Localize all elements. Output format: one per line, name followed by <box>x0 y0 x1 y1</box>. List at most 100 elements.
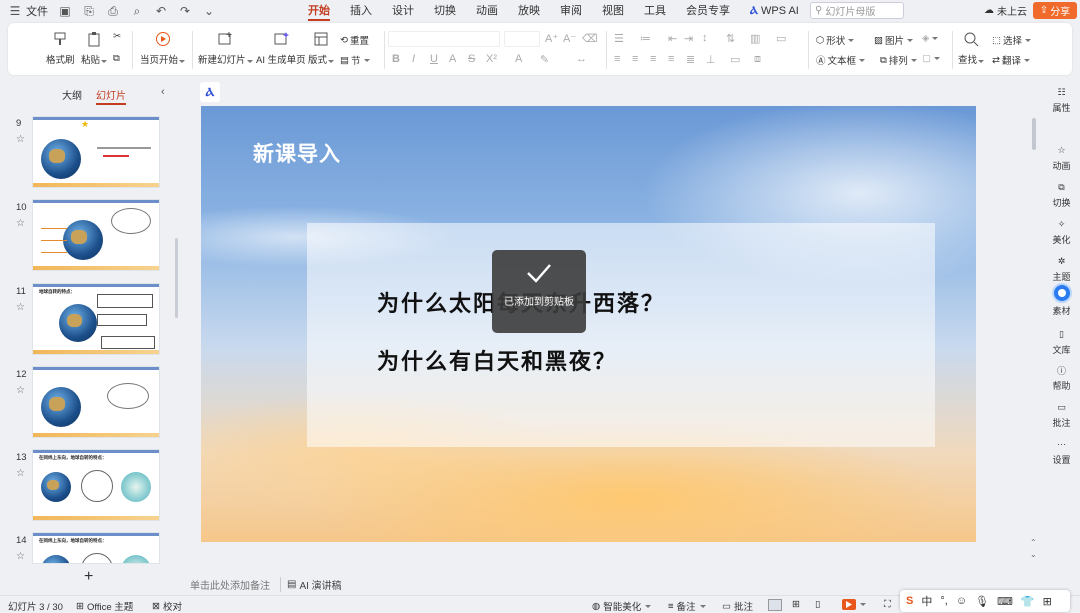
reset-button[interactable]: ⟲ 重置 <box>340 33 369 48</box>
slide-thumbnail-13[interactable]: 在同纬上东向，地球自转的特点： <box>32 449 160 521</box>
collapse-panel-icon[interactable]: ‹ <box>161 86 165 98</box>
font-name-select[interactable] <box>388 31 500 47</box>
clear-format-icon[interactable]: ⌫ <box>582 32 598 45</box>
slide-thumbnail-14[interactable]: 在同纬上东向，地球自转的特点： <box>32 532 160 564</box>
ai-speech-button[interactable]: ▤ AI 演讲稿 <box>280 576 342 592</box>
align-center-icon[interactable]: ≡ <box>632 53 638 65</box>
reading-view-icon[interactable]: ▯ <box>815 599 820 610</box>
tab-insert[interactable]: 插入 <box>340 0 382 22</box>
smartart-icon[interactable]: ⧈ <box>754 53 761 66</box>
star-icon[interactable]: ☆ <box>16 134 25 145</box>
indent-decrease-icon[interactable]: ⇤ <box>668 32 677 45</box>
sidebar-item-settings[interactable]: ··· 设置 <box>1043 436 1080 466</box>
panel-scrollbar[interactable] <box>175 238 178 318</box>
tab-animation[interactable]: 动画 <box>466 0 508 22</box>
font-color-icon[interactable]: A <box>515 53 522 65</box>
text-box-icon[interactable]: ▭ <box>776 32 786 45</box>
slide-title[interactable]: 新课导入 <box>253 138 341 168</box>
menu-icon[interactable]: ☰ <box>8 4 22 18</box>
numbered-list-icon[interactable]: ≔ <box>640 32 651 45</box>
align-left-icon[interactable]: ≡ <box>614 53 620 65</box>
star-icon[interactable]: ☆ <box>16 302 25 313</box>
format-painter-button[interactable]: 格式刷 <box>46 23 75 66</box>
tab-tools[interactable]: 工具 <box>634 0 676 22</box>
underline-icon[interactable]: U <box>430 53 438 65</box>
font-size-select[interactable] <box>504 31 540 47</box>
indent-increase-icon[interactable]: ⇥ <box>684 32 693 45</box>
preview-icon[interactable]: ⌕ <box>130 4 144 18</box>
justify-icon[interactable]: ≡ <box>668 53 674 65</box>
tab-view[interactable]: 视图 <box>592 0 634 22</box>
proofing-button[interactable]: ⊠ 校对 <box>152 599 182 613</box>
section-button[interactable]: ▤ 节 <box>340 53 370 67</box>
search-box[interactable]: ⚲ 幻灯片母版 <box>810 2 904 19</box>
prev-slide-icon[interactable]: ⌃ <box>1030 538 1037 547</box>
comments-toggle-button[interactable]: ▭ 批注 <box>722 599 753 613</box>
sidebar-item-properties[interactable]: ☷ 属性 <box>1043 84 1080 114</box>
increase-font-icon[interactable]: A⁺ <box>545 32 558 45</box>
search-input[interactable]: 幻灯片母版 <box>825 3 875 18</box>
bullet-list-icon[interactable]: ☰ <box>614 32 624 45</box>
vertical-align-icon[interactable]: ⊥ <box>706 53 716 66</box>
from-current-button[interactable]: 当页开始 <box>140 23 186 66</box>
bold-icon[interactable]: B <box>392 53 400 65</box>
emoji-icon[interactable]: ☺ <box>956 595 967 607</box>
star-icon[interactable]: ☆ <box>16 468 25 479</box>
notes-toggle-button[interactable]: ≡ 备注 <box>668 599 706 613</box>
ime-toolbar[interactable]: S 中 °, ☺ 🎙 ⌨ 👕 ⊞ <box>900 590 1070 612</box>
sidebar-item-beautify[interactable]: ✧ 美化 <box>1043 216 1080 246</box>
sidebar-item-theme[interactable]: ✲ 主题 <box>1043 253 1080 283</box>
tab-transition[interactable]: 切换 <box>424 0 466 22</box>
translate-button[interactable]: ⇄ 翻译 <box>992 53 1030 67</box>
fill-icon[interactable]: ◈ <box>922 33 939 44</box>
canvas-scrollbar[interactable] <box>1032 118 1036 150</box>
shape-button[interactable]: ⬡ 形状 <box>816 33 855 47</box>
normal-view-icon[interactable] <box>768 599 782 611</box>
strikethrough-icon[interactable]: S <box>468 53 475 65</box>
tab-home[interactable]: 开始 <box>298 0 340 22</box>
chevron-down-icon[interactable]: ⌄ <box>202 4 216 18</box>
slide-thumbnail-11[interactable]: 地球自转的特点： <box>32 283 160 355</box>
sidebar-item-library[interactable]: ▯ 文库 <box>1043 326 1080 356</box>
next-slide-icon[interactable]: ⌄ <box>1030 550 1037 559</box>
slide-thumbnail-9[interactable]: ★ <box>32 116 160 188</box>
ime-language[interactable]: 中 <box>921 593 932 609</box>
grid-menu-icon[interactable]: ⊞ <box>1043 595 1052 608</box>
align-right-icon[interactable]: ≡ <box>650 53 656 65</box>
punctuation-icon[interactable]: °, <box>940 595 947 607</box>
sidebar-item-help[interactable]: ⓘ 帮助 <box>1043 362 1080 392</box>
slide-thumbnail-10[interactable] <box>32 199 160 271</box>
highlight-icon[interactable]: ✎ <box>540 53 549 66</box>
sidebar-item-animation[interactable]: ☆ 动画 <box>1043 142 1080 172</box>
paste-button[interactable]: 粘贴 <box>81 23 108 66</box>
columns-icon[interactable]: ▥ <box>750 32 760 45</box>
content-panel[interactable] <box>307 223 935 447</box>
sidebar-item-materials[interactable]: 素材 <box>1043 283 1080 317</box>
tab-review[interactable]: 审阅 <box>550 0 592 22</box>
distribute-icon[interactable]: ≣ <box>686 53 695 66</box>
undo-icon[interactable]: ↶ <box>154 4 168 18</box>
theme-indicator[interactable]: ⊞ Office 主题 <box>76 599 133 613</box>
sorter-view-icon[interactable]: ⊞ <box>792 599 800 610</box>
line-spacing-icon[interactable]: ↕ <box>702 32 708 44</box>
star-icon[interactable]: ☆ <box>16 218 25 229</box>
slide-thumbnail-12[interactable] <box>32 366 160 438</box>
text-direction-icon[interactable]: ⇅ <box>726 32 735 45</box>
wps-ai-float-icon[interactable]: Ⲁ <box>200 82 220 102</box>
redo-icon[interactable]: ↷ <box>178 4 192 18</box>
notes-input[interactable]: 单击此处添加备注 <box>190 577 270 592</box>
superscript-icon[interactable]: X² <box>486 53 497 65</box>
copy-icon[interactable]: ⧉ <box>113 53 120 64</box>
tab-slides[interactable]: 幻灯片 <box>96 87 126 105</box>
fit-window-icon[interactable]: ⛶ <box>884 599 891 610</box>
export-icon[interactable]: ⎘ <box>82 4 96 18</box>
text-fit-icon[interactable]: ▭ <box>730 53 740 66</box>
tab-design[interactable]: 设计 <box>382 0 424 22</box>
tab-slideshow[interactable]: 放映 <box>508 0 550 22</box>
tab-wps-ai[interactable]: Ⲁ WPS AI <box>740 0 809 22</box>
save-icon[interactable]: ▣ <box>58 4 72 18</box>
ai-slide-button[interactable]: AI 生成单页 <box>256 23 306 66</box>
decrease-font-icon[interactable]: A⁻ <box>563 32 576 45</box>
cloud-status[interactable]: ☁ 未上云 <box>984 3 1027 18</box>
tab-outline[interactable]: 大纲 <box>62 87 82 105</box>
